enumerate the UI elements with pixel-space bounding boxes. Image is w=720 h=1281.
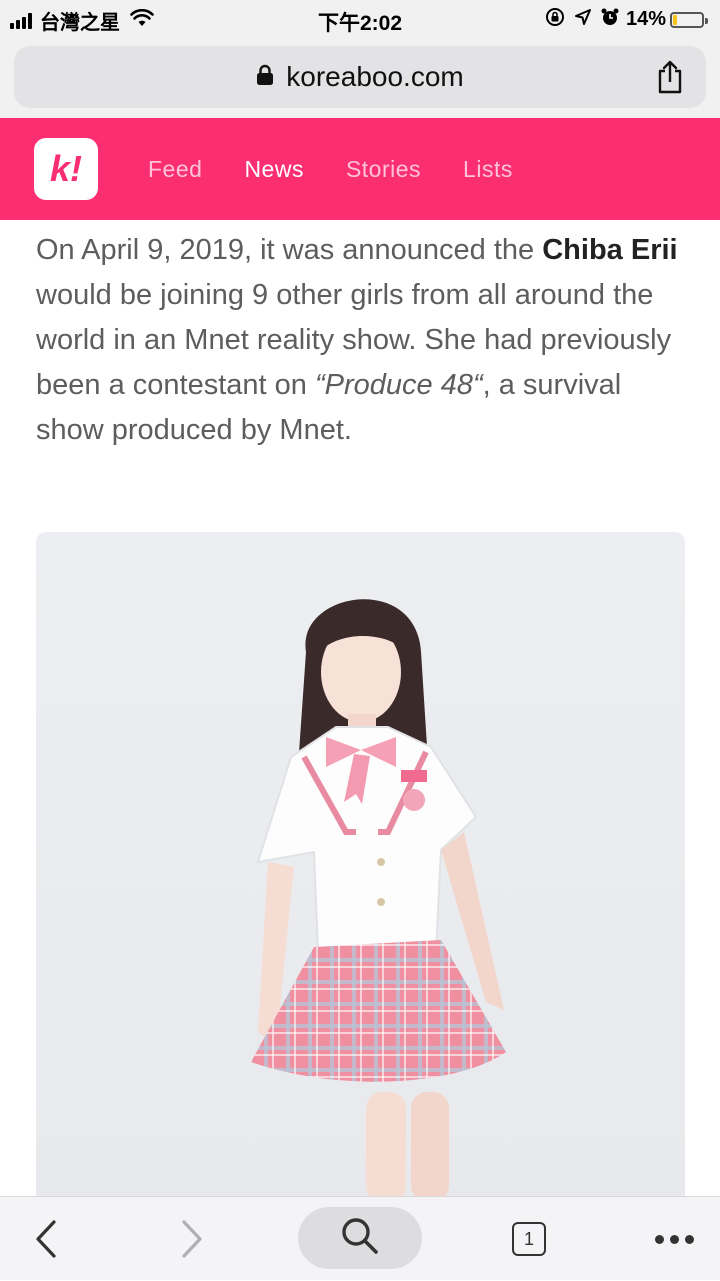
forward-icon[interactable] xyxy=(172,1197,212,1281)
more-icon[interactable] xyxy=(646,1197,702,1281)
location-icon xyxy=(574,8,592,31)
article-text: On April 9, 2019, it was announced the xyxy=(36,234,543,266)
tab-count: 1 xyxy=(523,1228,534,1249)
logo-text: k! xyxy=(49,148,82,189)
browser-toolbar: 1 xyxy=(0,1196,720,1280)
article-subject-name: Chiba Erii xyxy=(542,234,678,266)
tabs-button[interactable]: 1 xyxy=(506,1197,552,1281)
koreaboo-logo[interactable]: k! xyxy=(34,138,98,200)
browser-address-area: koreaboo.com xyxy=(0,38,720,118)
battery-icon xyxy=(670,11,708,28)
address-bar[interactable]: koreaboo.com xyxy=(14,46,706,108)
battery-percent: 14% xyxy=(625,8,666,30)
article-paragraph: On April 9, 2019, it was announced the C… xyxy=(36,228,696,453)
nav-item-stories[interactable]: Stories xyxy=(346,156,421,183)
alarm-icon xyxy=(600,7,620,32)
search-button[interactable] xyxy=(298,1207,422,1269)
url-text[interactable]: koreaboo.com xyxy=(286,61,463,93)
search-icon xyxy=(340,1216,380,1261)
lock-icon xyxy=(256,64,274,91)
tabs-icon: 1 xyxy=(512,1222,546,1256)
site-nav: Feed News Stories Lists xyxy=(148,156,555,183)
article-image[interactable] xyxy=(36,532,685,1202)
site-header: k! Feed News Stories Lists xyxy=(0,118,720,220)
share-icon[interactable] xyxy=(656,60,684,99)
status-bar: 台灣之星 下午2:02 14% xyxy=(0,0,720,38)
nav-item-lists[interactable]: Lists xyxy=(463,156,513,183)
nav-item-feed[interactable]: Feed xyxy=(148,156,202,183)
battery-level-fill xyxy=(673,14,678,25)
article-show-title: “Produce 48“ xyxy=(314,369,483,401)
back-icon[interactable] xyxy=(26,1197,66,1281)
orientation-lock-icon xyxy=(544,6,566,33)
profile-photo-illustration xyxy=(251,599,506,1202)
nav-item-news[interactable]: News xyxy=(244,156,304,183)
